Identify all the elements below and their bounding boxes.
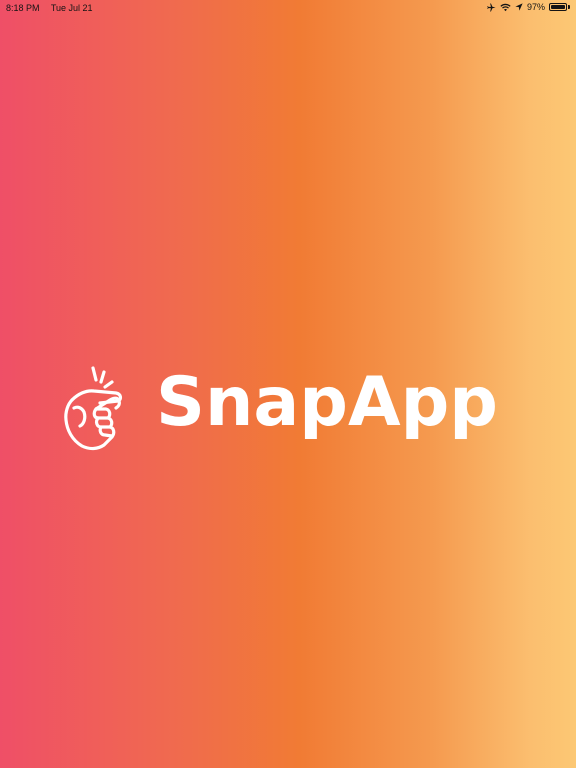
splash-logo: SnapApp	[60, 355, 530, 465]
status-time: 8:18 PM	[6, 3, 40, 13]
app-name: SnapApp	[156, 363, 498, 442]
battery-icon	[549, 3, 570, 11]
location-arrow-icon	[515, 3, 523, 11]
airplane-icon	[487, 2, 496, 12]
battery-percent: 97%	[526, 2, 545, 12]
battery-fill	[551, 5, 565, 9]
status-bar-left: 8:18 PM Tue Jul 21	[6, 3, 102, 13]
battery-cap	[568, 5, 570, 9]
battery-body	[549, 3, 567, 11]
snapping-hand-icon	[64, 366, 123, 451]
wifi-icon	[500, 3, 511, 11]
status-bar-right: 97%	[487, 2, 570, 12]
status-bar: 8:18 PM Tue Jul 21 97%	[0, 0, 576, 16]
status-date: Tue Jul 21	[50, 3, 93, 13]
